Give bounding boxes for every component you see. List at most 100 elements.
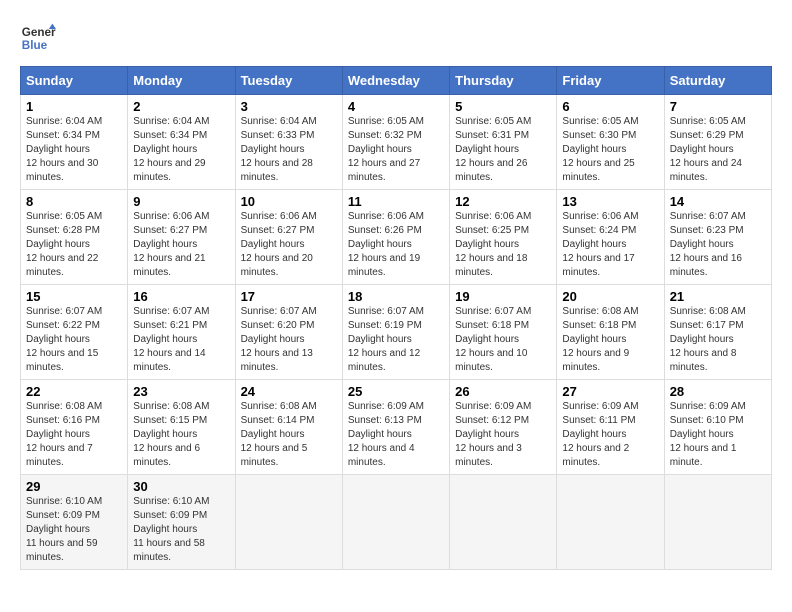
calendar-cell: 8 Sunrise: 6:05 AM Sunset: 6:28 PM Dayli…: [21, 190, 128, 285]
day-number: 6: [562, 99, 658, 114]
calendar-cell: 19 Sunrise: 6:07 AM Sunset: 6:18 PM Dayl…: [450, 285, 557, 380]
calendar-cell: [235, 475, 342, 570]
week-row-4: 22 Sunrise: 6:08 AM Sunset: 6:16 PM Dayl…: [21, 380, 772, 475]
week-row-5: 29 Sunrise: 6:10 AM Sunset: 6:09 PM Dayl…: [21, 475, 772, 570]
day-number: 5: [455, 99, 551, 114]
day-info: Sunrise: 6:07 AM Sunset: 6:21 PM Dayligh…: [133, 305, 229, 375]
day-number: 22: [26, 384, 122, 399]
weekday-header-friday: Friday: [557, 67, 664, 95]
logo-icon: General Blue: [20, 20, 56, 56]
calendar-cell: 10 Sunrise: 6:06 AM Sunset: 6:27 PM Dayl…: [235, 190, 342, 285]
day-number: 1: [26, 99, 122, 114]
day-info: Sunrise: 6:06 AM Sunset: 6:24 PM Dayligh…: [562, 210, 658, 280]
calendar-cell: 27 Sunrise: 6:09 AM Sunset: 6:11 PM Dayl…: [557, 380, 664, 475]
calendar-cell: 20 Sunrise: 6:08 AM Sunset: 6:18 PM Dayl…: [557, 285, 664, 380]
day-info: Sunrise: 6:09 AM Sunset: 6:12 PM Dayligh…: [455, 400, 551, 470]
calendar-cell: 29 Sunrise: 6:10 AM Sunset: 6:09 PM Dayl…: [21, 475, 128, 570]
day-number: 29: [26, 479, 122, 494]
day-info: Sunrise: 6:06 AM Sunset: 6:27 PM Dayligh…: [241, 210, 337, 280]
day-info: Sunrise: 6:04 AM Sunset: 6:34 PM Dayligh…: [26, 115, 122, 185]
day-number: 24: [241, 384, 337, 399]
weekday-header-monday: Monday: [128, 67, 235, 95]
day-number: 23: [133, 384, 229, 399]
day-number: 8: [26, 194, 122, 209]
day-number: 28: [670, 384, 766, 399]
calendar-cell: 18 Sunrise: 6:07 AM Sunset: 6:19 PM Dayl…: [342, 285, 449, 380]
day-info: Sunrise: 6:08 AM Sunset: 6:17 PM Dayligh…: [670, 305, 766, 375]
calendar-cell: [664, 475, 771, 570]
day-info: Sunrise: 6:04 AM Sunset: 6:34 PM Dayligh…: [133, 115, 229, 185]
day-info: Sunrise: 6:08 AM Sunset: 6:14 PM Dayligh…: [241, 400, 337, 470]
calendar-cell: 13 Sunrise: 6:06 AM Sunset: 6:24 PM Dayl…: [557, 190, 664, 285]
day-number: 11: [348, 194, 444, 209]
day-number: 12: [455, 194, 551, 209]
calendar-cell: 25 Sunrise: 6:09 AM Sunset: 6:13 PM Dayl…: [342, 380, 449, 475]
day-info: Sunrise: 6:07 AM Sunset: 6:20 PM Dayligh…: [241, 305, 337, 375]
day-number: 19: [455, 289, 551, 304]
day-info: Sunrise: 6:08 AM Sunset: 6:18 PM Dayligh…: [562, 305, 658, 375]
weekday-header-tuesday: Tuesday: [235, 67, 342, 95]
calendar-cell: 22 Sunrise: 6:08 AM Sunset: 6:16 PM Dayl…: [21, 380, 128, 475]
day-info: Sunrise: 6:05 AM Sunset: 6:28 PM Dayligh…: [26, 210, 122, 280]
day-number: 18: [348, 289, 444, 304]
calendar-cell: 16 Sunrise: 6:07 AM Sunset: 6:21 PM Dayl…: [128, 285, 235, 380]
weekday-header-thursday: Thursday: [450, 67, 557, 95]
page-container: General Blue SundayMondayTuesdayWednesda…: [20, 20, 772, 570]
day-number: 14: [670, 194, 766, 209]
calendar-cell: 6 Sunrise: 6:05 AM Sunset: 6:30 PM Dayli…: [557, 95, 664, 190]
day-number: 10: [241, 194, 337, 209]
calendar-cell: 30 Sunrise: 6:10 AM Sunset: 6:09 PM Dayl…: [128, 475, 235, 570]
calendar-cell: 23 Sunrise: 6:08 AM Sunset: 6:15 PM Dayl…: [128, 380, 235, 475]
calendar-cell: 3 Sunrise: 6:04 AM Sunset: 6:33 PM Dayli…: [235, 95, 342, 190]
calendar-cell: 17 Sunrise: 6:07 AM Sunset: 6:20 PM Dayl…: [235, 285, 342, 380]
day-info: Sunrise: 6:05 AM Sunset: 6:31 PM Dayligh…: [455, 115, 551, 185]
day-info: Sunrise: 6:09 AM Sunset: 6:10 PM Dayligh…: [670, 400, 766, 470]
day-number: 26: [455, 384, 551, 399]
calendar-cell: 26 Sunrise: 6:09 AM Sunset: 6:12 PM Dayl…: [450, 380, 557, 475]
calendar-cell: 4 Sunrise: 6:05 AM Sunset: 6:32 PM Dayli…: [342, 95, 449, 190]
day-info: Sunrise: 6:09 AM Sunset: 6:11 PM Dayligh…: [562, 400, 658, 470]
calendar-cell: [450, 475, 557, 570]
calendar-cell: [342, 475, 449, 570]
calendar-cell: 12 Sunrise: 6:06 AM Sunset: 6:25 PM Dayl…: [450, 190, 557, 285]
day-number: 16: [133, 289, 229, 304]
weekday-header-saturday: Saturday: [664, 67, 771, 95]
day-number: 3: [241, 99, 337, 114]
day-info: Sunrise: 6:08 AM Sunset: 6:15 PM Dayligh…: [133, 400, 229, 470]
week-row-2: 8 Sunrise: 6:05 AM Sunset: 6:28 PM Dayli…: [21, 190, 772, 285]
day-number: 2: [133, 99, 229, 114]
calendar-cell: 14 Sunrise: 6:07 AM Sunset: 6:23 PM Dayl…: [664, 190, 771, 285]
calendar-table: SundayMondayTuesdayWednesdayThursdayFrid…: [20, 66, 772, 570]
day-number: 7: [670, 99, 766, 114]
calendar-cell: 24 Sunrise: 6:08 AM Sunset: 6:14 PM Dayl…: [235, 380, 342, 475]
day-number: 15: [26, 289, 122, 304]
logo: General Blue: [20, 20, 56, 56]
week-row-3: 15 Sunrise: 6:07 AM Sunset: 6:22 PM Dayl…: [21, 285, 772, 380]
day-number: 21: [670, 289, 766, 304]
calendar-cell: 11 Sunrise: 6:06 AM Sunset: 6:26 PM Dayl…: [342, 190, 449, 285]
day-info: Sunrise: 6:09 AM Sunset: 6:13 PM Dayligh…: [348, 400, 444, 470]
day-number: 13: [562, 194, 658, 209]
day-info: Sunrise: 6:08 AM Sunset: 6:16 PM Dayligh…: [26, 400, 122, 470]
weekday-header-sunday: Sunday: [21, 67, 128, 95]
calendar-cell: 7 Sunrise: 6:05 AM Sunset: 6:29 PM Dayli…: [664, 95, 771, 190]
calendar-cell: 9 Sunrise: 6:06 AM Sunset: 6:27 PM Dayli…: [128, 190, 235, 285]
calendar-cell: 2 Sunrise: 6:04 AM Sunset: 6:34 PM Dayli…: [128, 95, 235, 190]
day-number: 4: [348, 99, 444, 114]
day-info: Sunrise: 6:05 AM Sunset: 6:32 PM Dayligh…: [348, 115, 444, 185]
day-info: Sunrise: 6:07 AM Sunset: 6:19 PM Dayligh…: [348, 305, 444, 375]
calendar-cell: 21 Sunrise: 6:08 AM Sunset: 6:17 PM Dayl…: [664, 285, 771, 380]
day-info: Sunrise: 6:05 AM Sunset: 6:29 PM Dayligh…: [670, 115, 766, 185]
day-info: Sunrise: 6:06 AM Sunset: 6:27 PM Dayligh…: [133, 210, 229, 280]
day-info: Sunrise: 6:07 AM Sunset: 6:22 PM Dayligh…: [26, 305, 122, 375]
day-number: 9: [133, 194, 229, 209]
calendar-cell: 28 Sunrise: 6:09 AM Sunset: 6:10 PM Dayl…: [664, 380, 771, 475]
day-info: Sunrise: 6:05 AM Sunset: 6:30 PM Dayligh…: [562, 115, 658, 185]
day-number: 30: [133, 479, 229, 494]
day-info: Sunrise: 6:07 AM Sunset: 6:23 PM Dayligh…: [670, 210, 766, 280]
day-number: 20: [562, 289, 658, 304]
calendar-cell: [557, 475, 664, 570]
day-info: Sunrise: 6:04 AM Sunset: 6:33 PM Dayligh…: [241, 115, 337, 185]
day-number: 25: [348, 384, 444, 399]
calendar-cell: 15 Sunrise: 6:07 AM Sunset: 6:22 PM Dayl…: [21, 285, 128, 380]
